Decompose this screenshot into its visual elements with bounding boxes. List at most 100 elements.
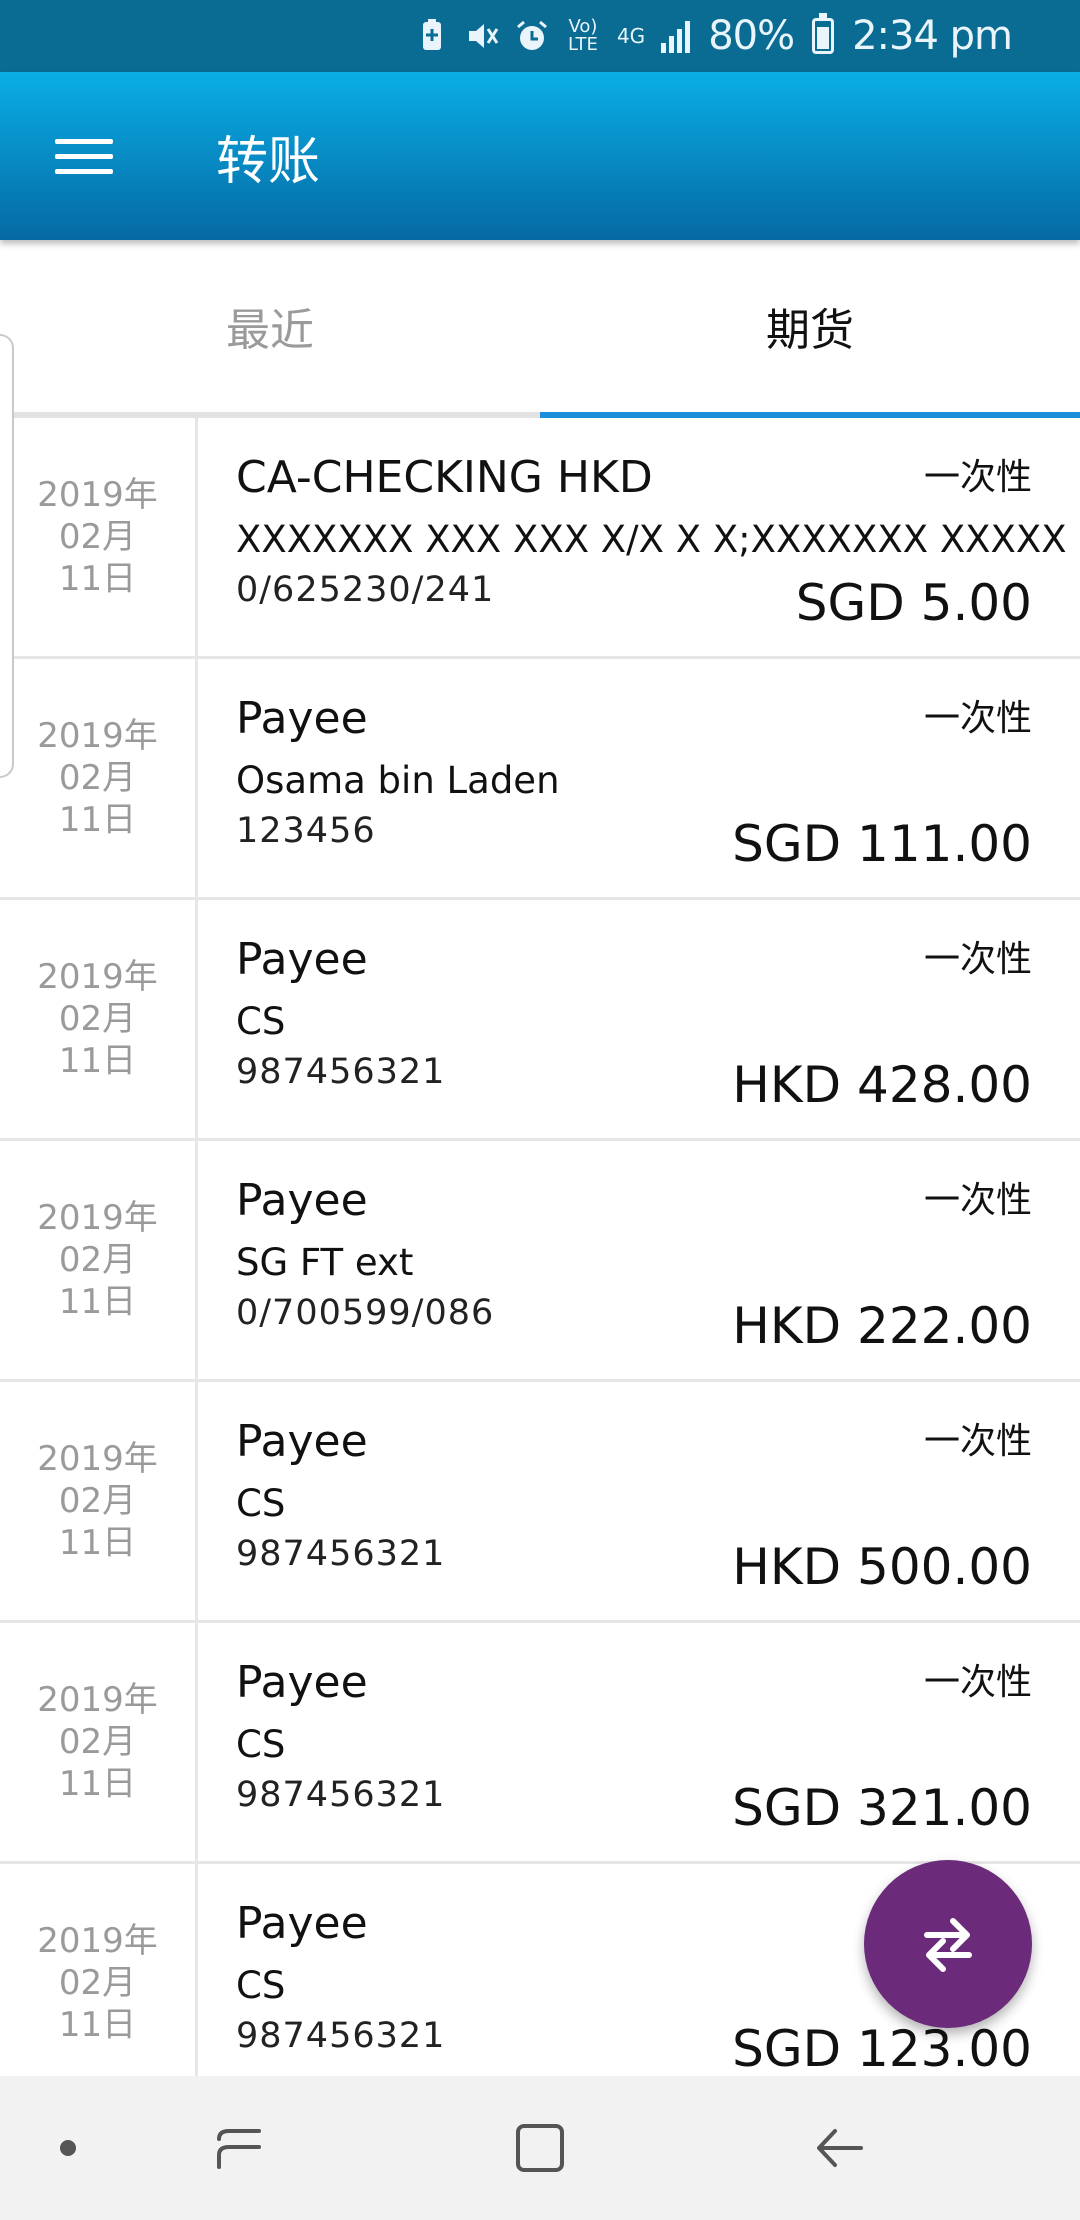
- status-bar: Vo) LTE 4G 80% 2:34 pm: [0, 0, 1080, 72]
- payee-title: Payee: [236, 1175, 368, 1226]
- date-column: 2019年 02月 11日: [0, 659, 198, 897]
- app-bar: 转账: [0, 72, 1080, 240]
- date-year: 2019年: [37, 475, 158, 515]
- list-item[interactable]: 2019年 02月 11日 Payee SG FT ext 0/700599/0…: [0, 1141, 1080, 1382]
- amount: HKD 428.00: [732, 1056, 1032, 1114]
- transfer-info: CA-CHECKING HKD XXXXXXX XXX XXX X/X X X;…: [198, 418, 1080, 656]
- amount: HKD 500.00: [732, 1538, 1032, 1596]
- date-year: 2019年: [37, 1198, 158, 1238]
- new-transfer-button[interactable]: [864, 1860, 1032, 2028]
- frequency-label: 一次性: [923, 1180, 1032, 1221]
- frequency-label: 一次性: [923, 698, 1032, 739]
- tab-scheduled[interactable]: 期货: [540, 240, 1080, 418]
- date-column: 2019年 02月 11日: [0, 900, 198, 1138]
- status-icons: Vo) LTE 4G: [415, 16, 691, 55]
- account-number: 987456321: [236, 2016, 446, 2056]
- date-day: 11日: [58, 800, 137, 840]
- date-year: 2019年: [37, 957, 158, 997]
- home-icon[interactable]: [500, 2112, 580, 2184]
- date-column: 2019年 02月 11日: [0, 1864, 198, 2076]
- battery-saver-icon: [422, 19, 441, 50]
- list-item[interactable]: 2019年 02月 11日 Payee CS 987456321 一次性 HKD…: [0, 1382, 1080, 1623]
- account-number: 987456321: [236, 1052, 446, 1092]
- battery-icon: [812, 13, 835, 54]
- alarm-icon: [516, 20, 547, 50]
- date-month: 02月: [58, 758, 137, 798]
- date-day: 11日: [58, 1282, 137, 1322]
- date-day: 11日: [58, 559, 137, 599]
- transfer-arrows-icon: [924, 1918, 972, 1972]
- transfer-info: Payee Osama bin Laden 123456 一次性 SGD 111…: [198, 659, 1080, 897]
- amount: SGD 321.00: [732, 1779, 1032, 1837]
- payee-name: SG FT ext: [236, 1241, 414, 1284]
- payee-title: Payee: [236, 934, 368, 985]
- system-nav-bar: [0, 2076, 1080, 2220]
- recents-icon[interactable]: [200, 2112, 280, 2184]
- date-column: 2019年 02月 11日: [0, 1623, 198, 1861]
- dot-icon[interactable]: [40, 2120, 96, 2176]
- amount: SGD 111.00: [732, 815, 1032, 873]
- frequency-label: 一次性: [923, 457, 1032, 498]
- volte-label: Vo) LTE: [567, 16, 598, 55]
- date-day: 11日: [58, 1764, 137, 1804]
- account-number: 0/700599/086: [236, 1293, 495, 1333]
- date-month: 02月: [58, 1481, 137, 1521]
- transfer-list[interactable]: 2019年 02月 11日 CA-CHECKING HKD XXXXXXX XX…: [0, 418, 1080, 2076]
- account-number: 987456321: [236, 1534, 446, 1574]
- back-icon[interactable]: [800, 2112, 880, 2184]
- frequency-label: 一次性: [923, 1421, 1032, 1462]
- payee-name: CS: [236, 1723, 286, 1766]
- date-year: 2019年: [37, 1921, 158, 1961]
- date-day: 11日: [58, 2005, 137, 2045]
- payee-name: CS: [236, 1964, 286, 2007]
- mute-icon: [468, 24, 499, 48]
- signal-icon: [661, 19, 691, 53]
- tab-bar: 最近 期货: [0, 240, 1080, 418]
- page-title: 转账: [216, 131, 321, 192]
- payee-title: Payee: [236, 1657, 368, 1708]
- battery-percent: 80%: [708, 13, 795, 59]
- date-year: 2019年: [37, 1439, 158, 1479]
- payee-name: CS: [236, 1482, 286, 1525]
- account-number: 0/625230/241: [236, 570, 495, 610]
- frequency-label: 一次性: [923, 1662, 1032, 1703]
- transfer-info: Payee SG FT ext 0/700599/086 一次性 HKD 222…: [198, 1141, 1080, 1379]
- payee-title: CA-CHECKING HKD: [236, 452, 653, 503]
- hamburger-menu-icon[interactable]: [34, 106, 134, 206]
- drawer-handle[interactable]: [0, 334, 14, 778]
- payee-title: Payee: [236, 693, 368, 744]
- payee-name: XXXXXXX XXX XXX X/X X X;XXXXXXX XXXXX: [236, 518, 1067, 561]
- amount: HKD 222.00: [732, 1297, 1032, 1355]
- list-item[interactable]: 2019年 02月 11日 Payee CS 987456321 一次性 HKD…: [0, 900, 1080, 1141]
- date-month: 02月: [58, 1240, 137, 1280]
- date-column: 2019年 02月 11日: [0, 1141, 198, 1379]
- amount: SGD 5.00: [795, 574, 1032, 632]
- date-month: 02月: [58, 999, 137, 1039]
- clock: 2:34 pm: [852, 13, 1013, 59]
- amount: SGD 123.00: [732, 2020, 1032, 2076]
- payee-title: Payee: [236, 1898, 368, 1949]
- date-column: 2019年 02月 11日: [0, 1382, 198, 1620]
- frequency-label: 一次性: [923, 939, 1032, 980]
- date-month: 02月: [58, 1963, 137, 2003]
- account-number: 123456: [236, 811, 376, 851]
- tab-recent[interactable]: 最近: [0, 240, 540, 412]
- list-item[interactable]: 2019年 02月 11日 Payee Osama bin Laden 1234…: [0, 659, 1080, 900]
- transfer-info: Payee CS 987456321 一次性 HKD 428.00: [198, 900, 1080, 1138]
- transfer-info: Payee CS 987456321 一次性 HKD 500.00: [198, 1382, 1080, 1620]
- date-month: 02月: [58, 517, 137, 557]
- payee-name: CS: [236, 1000, 286, 1043]
- date-year: 2019年: [37, 716, 158, 756]
- date-year: 2019年: [37, 1680, 158, 1720]
- list-item[interactable]: 2019年 02月 11日 Payee CS 987456321 一次性 SGD…: [0, 1623, 1080, 1864]
- date-day: 11日: [58, 1041, 137, 1081]
- date-day: 11日: [58, 1523, 137, 1563]
- list-item[interactable]: 2019年 02月 11日 CA-CHECKING HKD XXXXXXX XX…: [0, 418, 1080, 659]
- network-type-label: 4G: [616, 24, 646, 48]
- date-month: 02月: [58, 1722, 137, 1762]
- date-column: 2019年 02月 11日: [0, 418, 198, 656]
- transfer-info: Payee CS 987456321 一次性 SGD 321.00: [198, 1623, 1080, 1861]
- payee-title: Payee: [236, 1416, 368, 1467]
- account-number: 987456321: [236, 1775, 446, 1815]
- payee-name: Osama bin Laden: [236, 759, 560, 802]
